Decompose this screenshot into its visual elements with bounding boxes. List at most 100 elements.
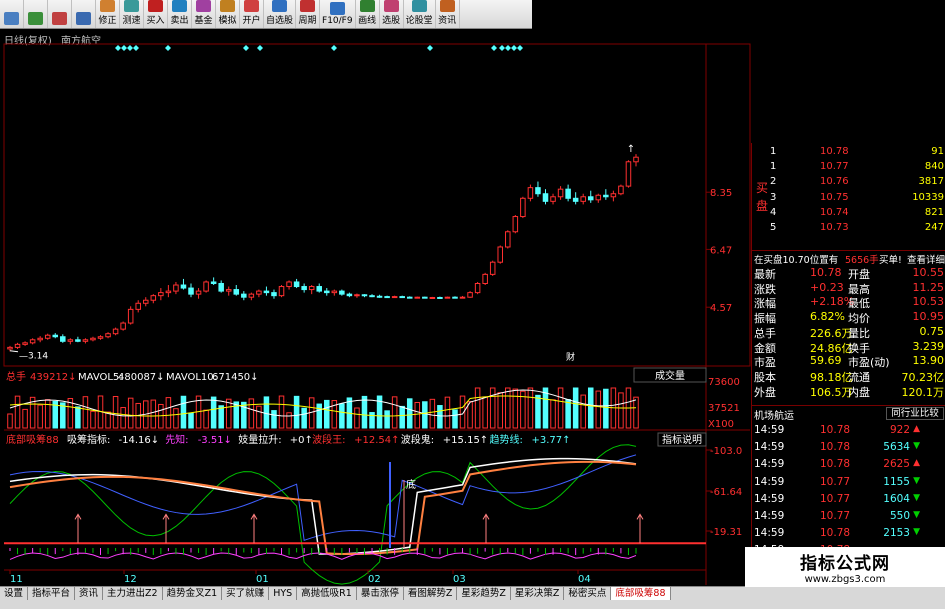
volume-bar: [210, 396, 217, 429]
indicator-tab-0[interactable]: 设置: [0, 587, 29, 600]
tick-volume: 1604: [883, 492, 910, 505]
date-tick-label: 02: [368, 574, 381, 585]
candle: [195, 288, 202, 299]
indicator-tick-label: -19.31: [710, 527, 742, 538]
candle: [535, 181, 541, 197]
volume-bar: [188, 412, 194, 429]
orderbook-level[interactable]: 5 10.73 247: [752, 221, 945, 236]
candle: [474, 281, 481, 295]
candle-body: [633, 156, 639, 163]
orderbook-level[interactable]: 1 10.78 91: [752, 145, 945, 160]
candle: [158, 288, 164, 301]
candle: [505, 230, 511, 249]
candle: [75, 336, 81, 343]
candle: [572, 192, 579, 205]
signal-diamond: [257, 45, 263, 51]
volume-bar: [384, 410, 390, 429]
level-index: 5: [770, 222, 777, 233]
candle: [14, 342, 21, 349]
volume-bar: [14, 395, 21, 429]
indicator-tab-10[interactable]: 星彩趋势Z: [457, 587, 511, 600]
compare-industry-button[interactable]: 同行业比较: [886, 407, 944, 420]
signal-diamond: [243, 45, 249, 51]
candle-body: [618, 185, 624, 195]
orderbook-level[interactable]: 2 10.76 3817: [752, 175, 945, 190]
volume-bar: [7, 413, 13, 429]
candle: [512, 215, 519, 234]
quote-value-right: 11.25: [912, 280, 945, 294]
level-volume: 840: [924, 161, 944, 173]
candle: [369, 294, 375, 298]
candle-body: [474, 282, 481, 294]
volume-bar: [444, 396, 451, 429]
indicator-tab-7[interactable]: 高抛低吸R1: [297, 587, 357, 600]
orderbook-level[interactable]: 3 10.75 10339: [752, 191, 945, 206]
indicator-tab-5[interactable]: 买了就赚: [222, 587, 270, 600]
candle: [293, 278, 300, 289]
candle-body: [557, 188, 564, 198]
level-price: 10.76: [820, 176, 849, 188]
candle: [112, 327, 119, 336]
candle: [422, 296, 428, 299]
candle: [324, 288, 330, 296]
candle-body: [29, 339, 36, 344]
indicator-tab-13[interactable]: 底部吸筹88: [611, 587, 671, 600]
candle: [580, 193, 586, 205]
candle-body: [180, 284, 187, 289]
indicator-tab-11[interactable]: 星彩决策Z: [511, 587, 565, 600]
indicator-tab-6[interactable]: HYS: [269, 587, 298, 600]
info-text: 在买盘10.70位置有: [754, 255, 839, 266]
candle: [331, 289, 338, 296]
mavol10-label: MAVOL10:: [166, 372, 217, 383]
financial-report-marker: 财: [566, 351, 575, 363]
date-tick-label: 12: [124, 574, 137, 585]
indicator-label2: 先知:: [165, 433, 188, 446]
candle-body: [482, 273, 488, 284]
info-action: 买单!: [879, 255, 902, 266]
trade-tick-row: 14:59 10.77 550 ▼: [752, 509, 945, 525]
candle-body: [497, 246, 504, 263]
quote-panel: 买盘 1 10.78 91 1 10.77 840 2 10.76 3817 3 10.75 10339…: [751, 143, 945, 563]
volume-bar: [278, 395, 285, 429]
candle-body: [263, 290, 270, 294]
signal-diamond: [427, 45, 433, 51]
volume-bar: [406, 398, 413, 429]
orderbook-info[interactable]: 在买盘10.70位置有 5656手 买单! 查看详细: [752, 250, 945, 266]
candle: [225, 286, 232, 296]
indicator-name: 底部吸筹88: [6, 433, 59, 446]
volume-bar: [37, 404, 43, 429]
volume-bar: [542, 387, 549, 429]
indicator-label1: 吸筹指标:: [67, 433, 110, 446]
candle: [29, 338, 36, 345]
quote-row: 振幅 6.82% 均价 10.95: [752, 310, 945, 325]
orderbook-level[interactable]: 4 10.74 821: [752, 206, 945, 221]
mavol10-line: [9, 395, 637, 417]
volume-bar: [150, 399, 157, 429]
indicator-tab-8[interactable]: 暴击涨停: [357, 587, 404, 600]
indicator-tab-12[interactable]: 秘密买点: [564, 587, 612, 600]
volume-bar: [572, 387, 579, 429]
candle: [142, 297, 149, 307]
indicator-tab-9[interactable]: 看图解势Z: [404, 587, 458, 600]
price-tick-label: 4.57: [710, 303, 732, 314]
candle: [256, 289, 262, 298]
arrow-down-icon: ▼: [913, 510, 920, 520]
candle-body: [512, 216, 519, 233]
volume-bar: [165, 397, 172, 429]
arrow-down-icon: ▼: [913, 475, 920, 486]
indicator-tab-4[interactable]: 趋势金叉Z1: [163, 587, 223, 600]
volume-label: 总手: [6, 370, 26, 383]
candle: [120, 321, 126, 331]
candle-body: [361, 294, 368, 297]
candle: [60, 334, 66, 343]
indicator-tick-label: -61.64: [710, 487, 742, 498]
orderbook-level[interactable]: 1 10.77 840: [752, 160, 945, 175]
candle-body: [324, 290, 330, 294]
mavol10-value: 671450↓: [212, 372, 259, 383]
indicator-tab-2[interactable]: 资讯: [75, 587, 104, 600]
indicator-tab-3[interactable]: 主力进出Z2: [103, 587, 163, 600]
indicator-tab-1[interactable]: 指标平台: [28, 587, 76, 600]
level-index: 1: [770, 161, 777, 173]
arrow-down-icon: ▼: [913, 441, 920, 452]
quote-value-right: 10.53: [912, 295, 945, 309]
